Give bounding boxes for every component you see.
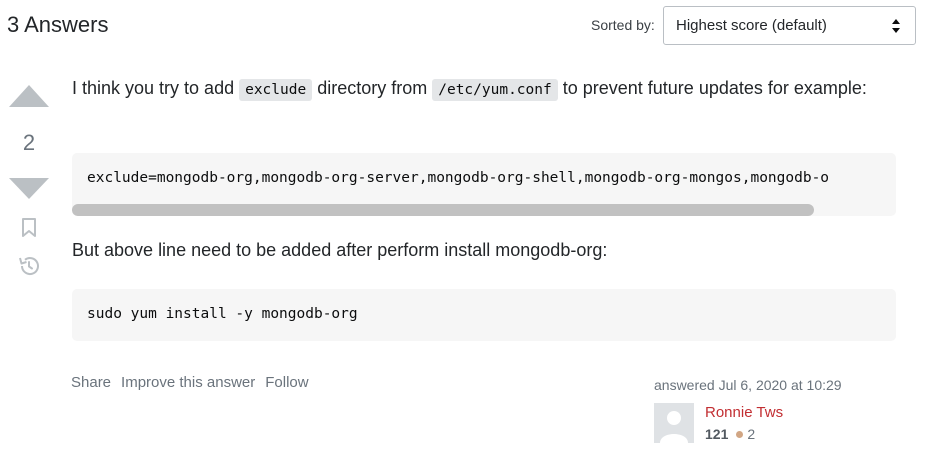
inline-code-yum-conf: /etc/yum.conf [432,79,558,101]
user-signature: answered Jul 6, 2020 at 10:29 Ronnie Tws… [654,377,894,443]
vote-up-icon[interactable] [9,85,49,107]
sort-label: Sorted by: [591,17,655,33]
answer-paragraph-1: I think you try to add exclude directory… [72,75,896,104]
bronze-badge-icon [736,430,744,438]
answer-body: I think you try to add exclude directory… [72,75,896,104]
sort-select[interactable]: Highest score (default) [663,6,916,45]
para1-text-end: to prevent future updates for example: [557,78,867,98]
answered-timestamp: answered Jul 6, 2020 at 10:29 [654,377,842,393]
bronze-badge-count: 2 [747,426,756,442]
improve-answer-link[interactable]: Improve this answer [121,374,255,391]
horizontal-scrollbar-thumb[interactable] [72,204,814,216]
vote-down-icon[interactable] [9,178,49,199]
chevron-up-down-icon [892,19,900,33]
share-link[interactable]: Share [71,374,111,391]
code-block-install-text: sudo yum install -y mongodb-org [87,306,358,322]
answers-title: 3 Answers [7,12,109,37]
answer-paragraph-2: But above line need to be added after pe… [72,240,608,260]
code-block-exclude: exclude=mongodb-org,mongodb-org-server,m… [72,153,896,216]
default-avatar-icon [654,403,694,443]
user-name-link[interactable]: Ronnie Tws [705,404,783,421]
post-menu: Share Improve this answer Follow [71,374,309,391]
bookmark-icon[interactable] [21,217,37,239]
sort-select-value: Highest score (default) [676,17,827,34]
avatar[interactable] [654,403,694,443]
code-block-exclude-text: exclude=mongodb-org,mongodb-org-server,m… [87,170,830,186]
inline-code-exclude: exclude [239,79,313,101]
vote-count: 2 [22,130,36,155]
user-stats: 121 2 [705,426,755,442]
para1-text-mid: directory from [312,78,433,98]
reputation-score: 121 [705,426,729,442]
para1-text-start: I think you try to add [72,78,240,98]
code-block-install: sudo yum install -y mongodb-org [72,289,896,341]
follow-link[interactable]: Follow [265,374,308,391]
history-icon[interactable] [17,254,41,278]
